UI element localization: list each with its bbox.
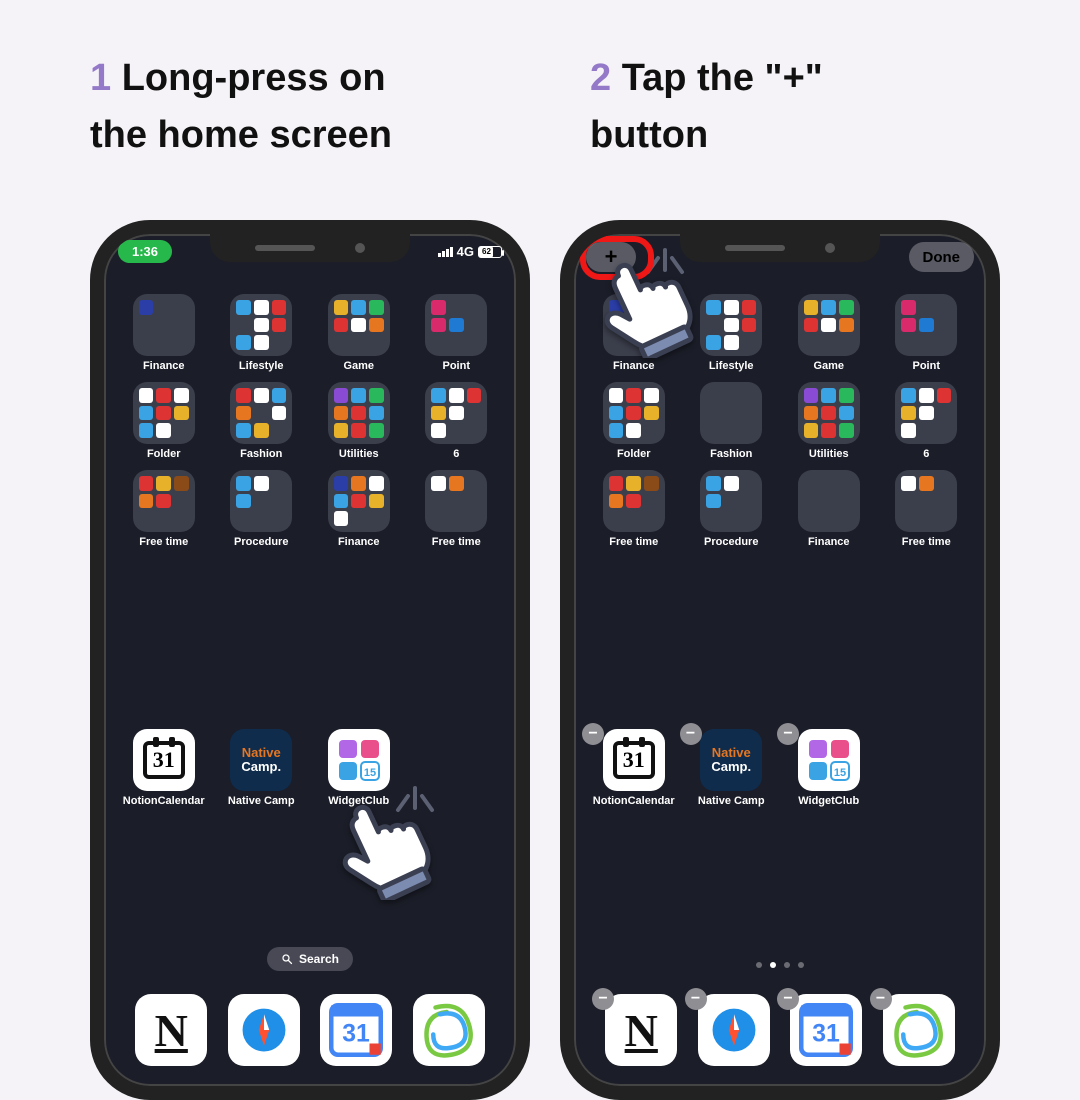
remove-badge[interactable]: − [777,988,799,1010]
widgetclub-icon: 15 [328,729,390,791]
folder-procedure[interactable]: Procedure [216,470,308,548]
dock-claude-icon [413,994,485,1066]
folder-finance2[interactable]: Finance [313,470,405,548]
tap-spark-icon [390,768,440,818]
app-native-camp[interactable]: − NativeCamp. Native Camp [686,729,778,807]
native-camp-icon: NativeCamp. [230,729,292,791]
remove-badge[interactable]: − [777,723,799,745]
folder-fashion[interactable]: Fashion [686,382,778,460]
dock-notion-icon: N [605,994,677,1066]
folder-point[interactable]: Point [411,294,503,372]
folder-game[interactable]: Game [783,294,875,372]
dock-google-calendar-icon: 31 [790,994,862,1066]
dock-safari[interactable]: − [691,994,778,1066]
dock-google-calendar[interactable]: 31 [313,994,400,1066]
folder-procedure[interactable]: Procedure [686,470,778,548]
native-camp-icon: NativeCamp. [700,729,762,791]
step-1-heading: 1 Long-press onthe home screen [90,50,510,164]
battery-icon: 62 [478,246,502,258]
step-2-heading: 2 Tap the "+"button [590,50,1010,164]
folder-freetime1[interactable]: Free time [118,470,210,548]
search-icon [281,953,293,965]
folder-six[interactable]: 6 [411,382,503,460]
folder-freetime2[interactable]: Free time [881,470,973,548]
svg-text:15: 15 [834,767,846,779]
remove-badge[interactable]: − [685,988,707,1010]
status-bar: 1:36 4G 62 [104,240,516,263]
plus-highlight-ring [580,236,654,280]
folder-utilities[interactable]: Utilities [313,382,405,460]
dock: −N−−31− [584,984,976,1076]
folder-folder[interactable]: Folder [118,382,210,460]
dock-safari-icon [228,994,300,1066]
signal-icon [438,247,453,257]
svg-text:15: 15 [364,767,376,779]
dock-notion-icon: N [135,994,207,1066]
remove-badge[interactable]: − [680,723,702,745]
notion-calendar-icon: 31 [603,729,665,791]
dock-notion[interactable]: N [128,994,215,1066]
time-pill: 1:36 [118,240,172,263]
folder-fashion[interactable]: Fashion [216,382,308,460]
notion-calendar-icon: 31 [133,729,195,791]
dock-safari-icon [698,994,770,1066]
app-notion-calendar[interactable]: 31 NotionCalendar [118,729,210,807]
folder-finance2[interactable]: Finance [783,470,875,548]
folder-grid[interactable]: FinanceLifestyleGamePointFolderFashionUt… [104,294,516,548]
app-notion-calendar[interactable]: − 31 NotionCalendar [588,729,680,807]
svg-text:31: 31 [342,1020,370,1047]
dock-notion[interactable]: −N [598,994,685,1066]
folder-folder[interactable]: Folder [588,382,680,460]
app-row: − 31 NotionCalendar − NativeCamp. Native… [574,729,986,807]
folder-lifestyle[interactable]: Lifestyle [686,294,778,372]
dock-google-calendar[interactable]: −31 [783,994,870,1066]
app-row: 31 NotionCalendar NativeCamp. Native Cam… [104,729,516,807]
search-pill[interactable]: Search [267,947,353,971]
svg-text:31: 31 [812,1020,840,1047]
done-button[interactable]: Done [909,242,975,272]
folder-game[interactable]: Game [313,294,405,372]
widgetclub-icon: 15 [798,729,860,791]
remove-badge[interactable]: − [582,723,604,745]
remove-badge[interactable]: − [592,988,614,1010]
folder-freetime1[interactable]: Free time [588,470,680,548]
dock: N 31 [114,984,506,1076]
folder-lifestyle[interactable]: Lifestyle [216,294,308,372]
folder-six[interactable]: 6 [881,382,973,460]
app-widgetclub[interactable]: − 15 WidgetClub [783,729,875,807]
dock-claude[interactable]: − [876,994,963,1066]
folder-grid[interactable]: FinanceLifestyleGamePointFolderFashionUt… [574,294,986,548]
folder-finance1[interactable]: Finance [588,294,680,372]
folder-point[interactable]: Point [881,294,973,372]
remove-badge[interactable]: − [870,988,892,1010]
page-indicator[interactable] [756,962,804,968]
folder-finance1[interactable]: Finance [118,294,210,372]
app-native-camp[interactable]: NativeCamp. Native Camp [216,729,308,807]
dock-claude[interactable] [406,994,493,1066]
phone-step-1: 1:36 4G 62 FinanceLifestyleGamePointFold… [90,220,530,1100]
phone-step-2: + Done FinanceLifestyleGamePointFolderFa… [560,220,1000,1100]
dock-safari[interactable] [221,994,308,1066]
folder-utilities[interactable]: Utilities [783,382,875,460]
dock-claude-icon [883,994,955,1066]
dock-google-calendar-icon: 31 [320,994,392,1066]
folder-freetime2[interactable]: Free time [411,470,503,548]
